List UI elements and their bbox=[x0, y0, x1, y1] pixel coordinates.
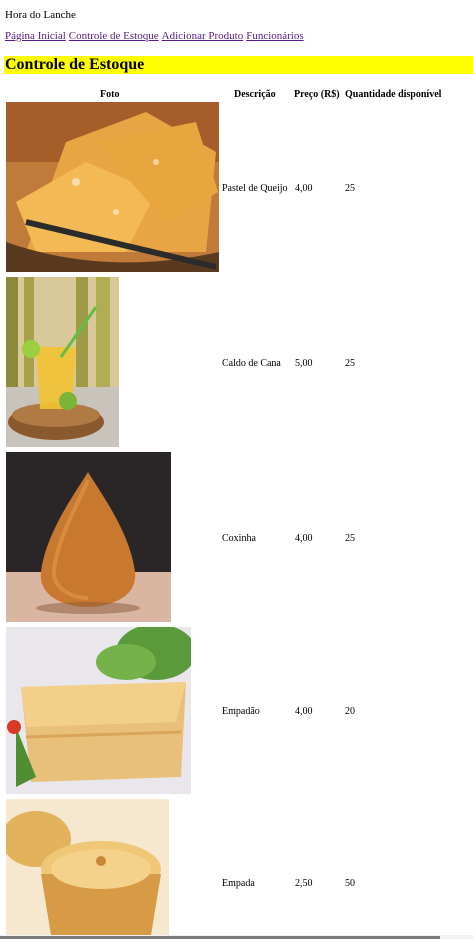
table-row: Coxinha 4,00 25 bbox=[0, 452, 473, 622]
product-description: Caldo de Cana bbox=[222, 358, 281, 369]
product-description: Empada bbox=[222, 878, 255, 889]
horizontal-scrollbar[interactable] bbox=[0, 935, 473, 939]
table-row: Empadão 4,00 20 bbox=[0, 627, 473, 794]
nav-link-employees[interactable]: Funcionários bbox=[246, 30, 303, 42]
nav-link-home[interactable]: Página Inicial bbox=[5, 30, 66, 42]
nav-link-add-product[interactable]: Adicionar Produto bbox=[162, 30, 244, 42]
product-description: Pastel de Queijo bbox=[222, 183, 288, 194]
product-quantity: 50 bbox=[345, 878, 355, 889]
main-nav: Página Inicial Controle de Estoque Adicion… bbox=[5, 30, 307, 42]
table-row: Pastel de Queijo 4,00 25 bbox=[0, 102, 473, 272]
column-header-photo: Foto bbox=[100, 89, 120, 100]
column-header-description: Descrição bbox=[234, 89, 276, 100]
product-description: Coxinha bbox=[222, 533, 256, 544]
site-title: Hora do Lanche bbox=[5, 9, 76, 21]
product-photo-empada bbox=[6, 799, 169, 935]
product-price: 4,00 bbox=[295, 533, 313, 544]
product-photo-pastel bbox=[6, 102, 219, 272]
product-quantity: 25 bbox=[345, 183, 355, 194]
column-header-price: Preço (R$) bbox=[294, 89, 340, 100]
table-row: Caldo de Cana 5,00 25 bbox=[0, 277, 473, 447]
product-quantity: 25 bbox=[345, 358, 355, 369]
product-price: 4,00 bbox=[295, 706, 313, 717]
product-photo-caldo-de-cana bbox=[6, 277, 119, 447]
product-quantity: 25 bbox=[345, 533, 355, 544]
product-photo-coxinha bbox=[6, 452, 171, 622]
product-price: 2,50 bbox=[295, 878, 313, 889]
product-photo-empadao bbox=[6, 627, 191, 794]
product-quantity: 20 bbox=[345, 706, 355, 717]
nav-link-stock-control[interactable]: Controle de Estoque bbox=[69, 30, 159, 42]
product-price: 4,00 bbox=[295, 183, 313, 194]
page-title: Controle de Estoque bbox=[4, 56, 473, 74]
table-row: Empada 2,50 50 bbox=[0, 799, 473, 935]
column-header-quantity: Quantidade disponível bbox=[345, 89, 442, 100]
product-price: 5,00 bbox=[295, 358, 313, 369]
product-description: Empadão bbox=[222, 706, 260, 717]
